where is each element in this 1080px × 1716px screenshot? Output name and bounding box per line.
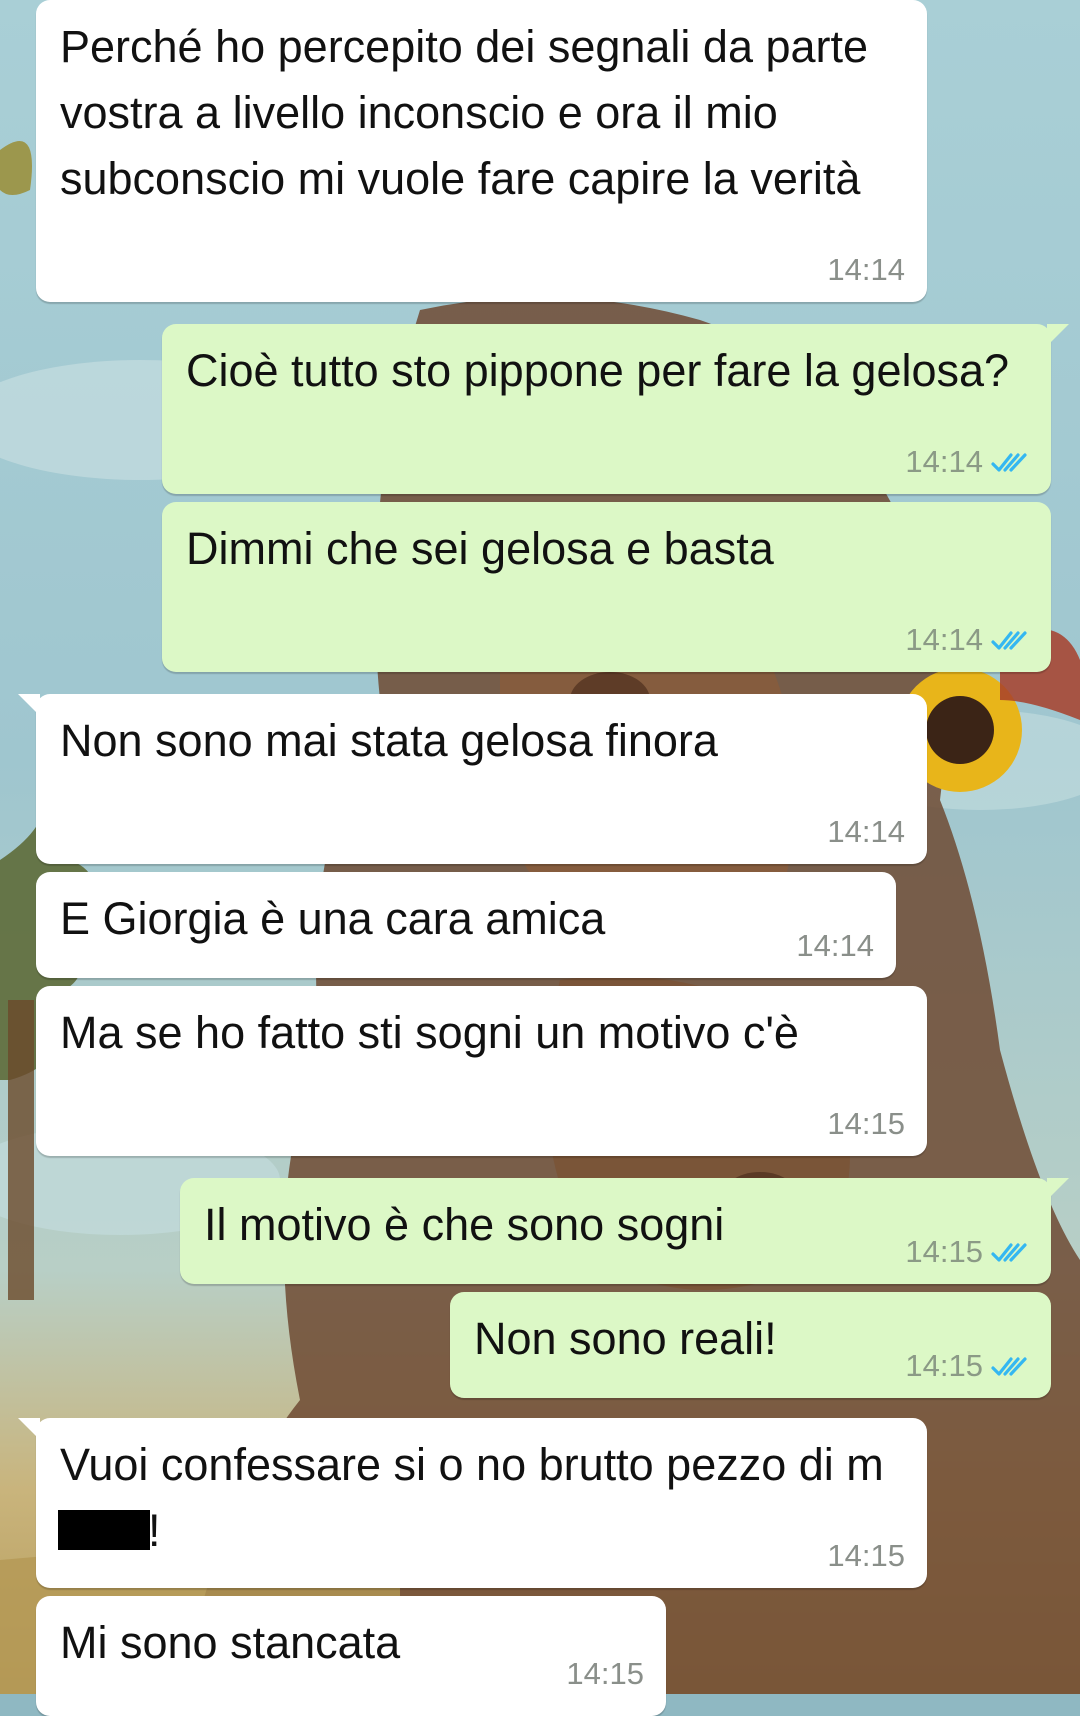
outgoing-message-bubble[interactable]: Il motivo è che sono sogni 14:15	[180, 1178, 1069, 1284]
message-text: E Giorgia è una cara amica	[60, 893, 606, 944]
incoming-message-bubble[interactable]: Perché ho percepito dei segnali da parte…	[36, 0, 927, 302]
message-time: 14:14	[796, 928, 874, 963]
message-time: 14:15	[905, 1348, 983, 1383]
message-time: 14:15	[827, 1106, 905, 1141]
incoming-message-bubble[interactable]: Vuoi confessare si o no brutto pezzo di …	[18, 1418, 927, 1588]
message-time: 14:14	[827, 814, 905, 849]
message-text: Perché ho percepito dei segnali da parte…	[60, 21, 869, 204]
message-meta: 14:15	[905, 1348, 1029, 1384]
double-check-read-icon	[991, 1243, 1027, 1262]
message-time: 14:14	[827, 252, 905, 287]
message-meta: 14:14	[796, 928, 874, 964]
message-meta: 14:14	[905, 444, 1029, 480]
message-text: Dimmi che sei gelosa e basta	[186, 523, 774, 574]
outgoing-message-bubble[interactable]: Dimmi che sei gelosa e basta 14:14	[162, 502, 1051, 672]
incoming-message-bubble[interactable]: Non sono mai stata gelosa finora 14:14	[18, 694, 927, 864]
message-text: Cioè tutto sto pippone per fare la gelos…	[186, 345, 1010, 396]
bubble-tail	[1047, 324, 1069, 346]
double-check-read-icon	[991, 631, 1027, 650]
message-text: Ma se ho fatto sti sogni un motivo c'è	[60, 1007, 799, 1058]
message-text: Vuoi confessare si o no brutto pezzo di …	[58, 1432, 903, 1564]
incoming-message-bubble[interactable]: E Giorgia è una cara amica 14:14	[36, 872, 896, 978]
outgoing-message-bubble[interactable]: Cioè tutto sto pippone per fare la gelos…	[162, 324, 1069, 494]
message-meta: 14:15	[827, 1538, 905, 1574]
message-time: 14:15	[827, 1538, 905, 1573]
bubble-tail	[18, 1418, 40, 1440]
incoming-message-bubble[interactable]: Mi sono stancata 14:15	[36, 1596, 666, 1716]
message-meta: 14:14	[827, 814, 905, 850]
message-time: 14:15	[566, 1656, 644, 1691]
message-meta: 14:14	[905, 622, 1029, 658]
message-meta: 14:15	[905, 1234, 1029, 1270]
message-time: 14:15	[905, 1234, 983, 1269]
message-time: 14:14	[905, 622, 983, 657]
bubble-tail	[1047, 1178, 1069, 1200]
message-text: Il motivo è che sono sogni	[204, 1199, 725, 1250]
message-text: Non sono mai stata gelosa finora	[60, 715, 718, 766]
double-check-read-icon	[991, 453, 1027, 472]
message-meta: 14:14	[827, 252, 905, 288]
message-time: 14:14	[905, 444, 983, 479]
outgoing-message-bubble[interactable]: Non sono reali! 14:15	[450, 1292, 1051, 1398]
chat-message-list[interactable]: Perché ho percepito dei segnali da parte…	[0, 0, 1080, 1716]
double-check-read-icon	[991, 1357, 1027, 1376]
redaction-block	[58, 1510, 150, 1550]
message-meta: 14:15	[566, 1656, 644, 1692]
incoming-message-bubble[interactable]: Ma se ho fatto sti sogni un motivo c'è 1…	[36, 986, 927, 1156]
bubble-tail	[18, 694, 40, 716]
message-text: Mi sono stancata	[60, 1617, 401, 1668]
message-text-after-redaction: !	[148, 1505, 161, 1556]
message-meta: 14:15	[827, 1106, 905, 1142]
message-text-before-redaction: Vuoi confessare si o no brutto pezzo di …	[60, 1439, 884, 1490]
